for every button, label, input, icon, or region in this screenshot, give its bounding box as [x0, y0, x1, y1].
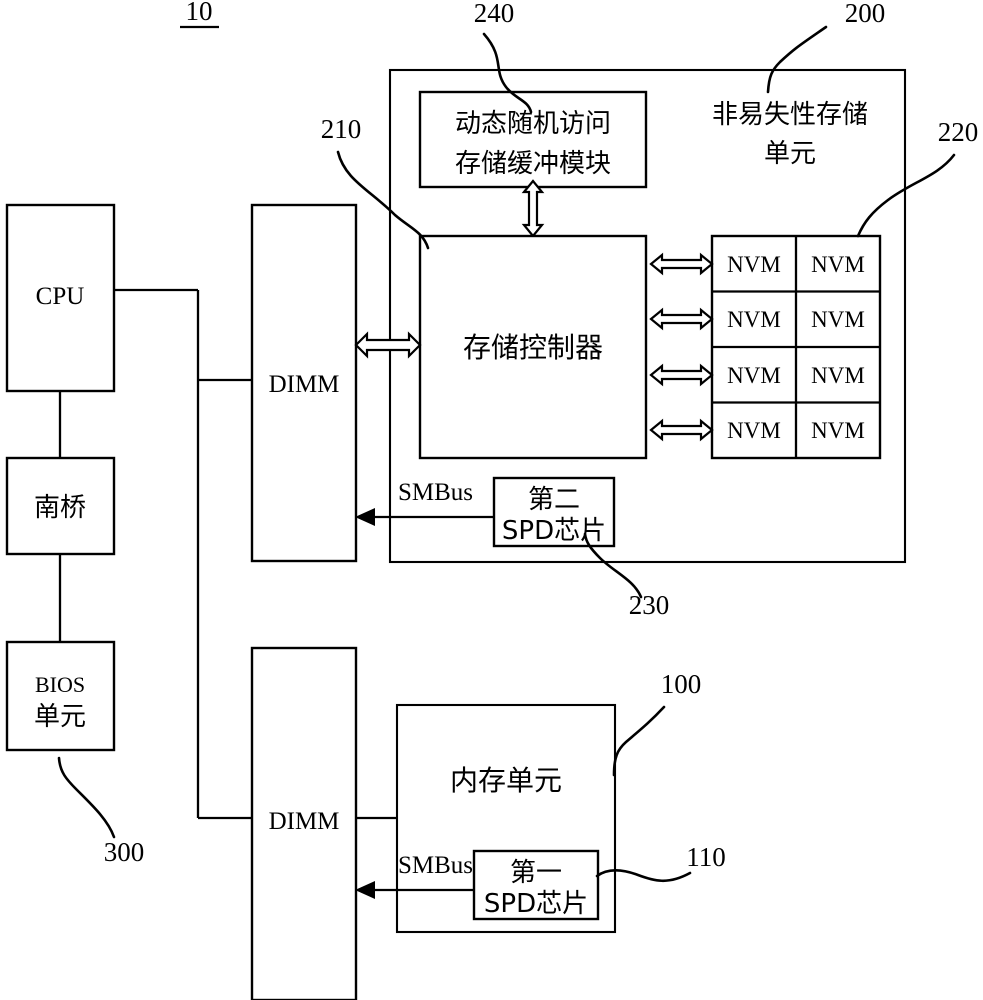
dimm-top-label: DIMM	[269, 371, 340, 398]
ref-110-leader	[595, 868, 692, 883]
nvm-cell-r3c1: NVM	[811, 418, 865, 443]
smbus-bottom-arrowhead	[355, 881, 375, 899]
ref-210-text: 210	[321, 114, 362, 144]
ref-100-text: 100	[661, 669, 702, 699]
ref-110-text: 110	[686, 842, 726, 872]
nvm-array: NVM NVM NVM NVM NVM NVM NVM NVM	[710, 234, 882, 460]
ref-200-leader	[766, 25, 828, 94]
patent-diagram-canvas: 10 非易失性存储 单元 动态随机访问 存储缓冲模块 存储控制器 NVM NVM…	[0, 0, 983, 1000]
ref-220-group: 220	[856, 117, 979, 238]
memory-controller-label: 存储控制器	[463, 331, 603, 364]
ref-200-text: 200	[845, 0, 886, 28]
ref-110-group: 110	[595, 842, 726, 883]
bios-unit-label-line1: BIOS	[35, 672, 85, 697]
nvm-cell-r0c0: NVM	[727, 252, 781, 277]
dram-buffer-label-line2: 存储缓冲模块	[455, 149, 611, 179]
arrow-dimm-top-to-controller	[354, 331, 422, 359]
second-spd-label-line2: SPD芯片	[502, 516, 606, 546]
nvm-cell-r3c0: NVM	[727, 418, 781, 443]
cpu-memory-bus	[114, 288, 252, 820]
smbus-top-connection	[355, 508, 494, 526]
dimm-bottom-label: DIMM	[269, 808, 340, 835]
southbridge-label: 南桥	[34, 493, 86, 523]
ref-230-text: 230	[629, 590, 670, 620]
ref-300-leader	[57, 756, 116, 839]
smbus-bottom-label: SMBus	[398, 852, 473, 879]
nvm-cell-r2c1: NVM	[811, 363, 865, 388]
ref-240-text: 240	[474, 0, 515, 28]
smbus-bottom-connection	[355, 881, 474, 899]
ref-300-text: 300	[104, 837, 145, 867]
cpu-label: CPU	[36, 283, 85, 310]
arrows-controller-to-nvm	[649, 252, 714, 442]
smbus-top-label: SMBus	[398, 479, 473, 506]
ref-100-group: 100	[612, 669, 702, 777]
memory-unit-label: 内存单元	[450, 764, 562, 797]
ref-200-group: 200	[766, 0, 886, 94]
ref-100-leader	[612, 705, 666, 777]
first-spd-label-line1: 第一	[510, 858, 562, 888]
nonvolatile-unit-label-line2: 单元	[764, 139, 816, 169]
nvm-cell-r0c1: NVM	[811, 252, 865, 277]
smbus-top-arrowhead	[355, 508, 375, 526]
bios-unit-label-line2: 单元	[34, 702, 86, 732]
figure-number: 10	[180, 0, 219, 29]
nonvolatile-unit-label-line1: 非易失性存储	[712, 100, 868, 130]
nvm-cell-r1c1: NVM	[811, 307, 865, 332]
figure-number-text: 10	[186, 0, 213, 26]
nvm-cell-r2c0: NVM	[727, 363, 781, 388]
nvm-cell-r1c0: NVM	[727, 307, 781, 332]
first-spd-label-line2: SPD芯片	[484, 889, 588, 919]
second-spd-label-line1: 第二	[528, 485, 580, 515]
ref-300-group: 300	[57, 756, 145, 867]
dram-buffer-label-line1: 动态随机访问	[455, 109, 611, 139]
arrow-buffer-to-controller	[521, 179, 545, 238]
ref-220-text: 220	[938, 117, 979, 147]
block-diagram-svg: 10 非易失性存储 单元 动态随机访问 存储缓冲模块 存储控制器 NVM NVM…	[5, 0, 979, 1000]
